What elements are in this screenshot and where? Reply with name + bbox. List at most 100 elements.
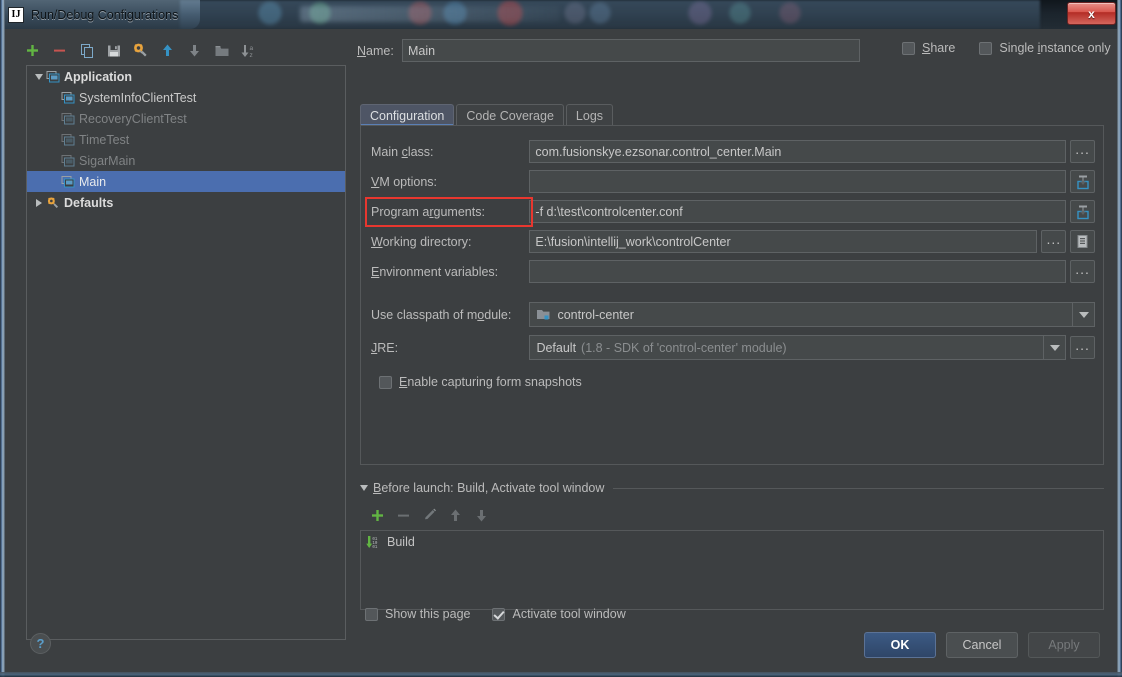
dialog-buttons: OK Cancel Apply — [864, 632, 1100, 658]
show-this-page-checkbox-box[interactable] — [365, 607, 378, 621]
sort-button[interactable]: a z — [236, 39, 261, 63]
jre-row: JRE: Default (1.8 - SDK of 'control-cent… — [371, 335, 1095, 360]
share-checkbox-box[interactable] — [902, 41, 915, 55]
classpath-module-combobox[interactable]: control-center — [529, 302, 1095, 327]
tree-node-main[interactable]: Main — [27, 171, 345, 192]
chevron-down-icon[interactable] — [34, 73, 43, 80]
folder-button[interactable] — [209, 39, 234, 63]
vm-options-expand-button[interactable] — [1070, 170, 1095, 193]
tree-node-systeminfoclienttest[interactable]: SystemInfoClientTest — [27, 87, 345, 108]
ellipsis-icon: ... — [1075, 141, 1090, 157]
main-class-input[interactable]: com.fusionskye.ezsonar.control_center.Ma… — [529, 140, 1067, 163]
before-launch-item[interactable]: 01 10 01 Build — [361, 531, 1103, 553]
question-mark-icon: ? — [36, 636, 45, 651]
tree-node-sigarmain[interactable]: SigarMain — [27, 150, 345, 171]
bl-down-button[interactable] — [469, 503, 494, 527]
tree-node-application[interactable]: Application — [27, 66, 345, 87]
show-this-page-checkbox[interactable]: Show this page — [365, 607, 470, 621]
save-button[interactable] — [101, 39, 126, 63]
configurations-tree[interactable]: Application SystemInfoClientTest Recover… — [26, 65, 346, 640]
form-snapshots-checkbox-box[interactable] — [379, 375, 392, 389]
activate-tool-window-checkbox-box[interactable] — [492, 607, 506, 621]
before-launch-task-list[interactable]: 01 10 01 Build — [360, 530, 1104, 610]
tree-node-recoveryclienttest[interactable]: RecoveryClientTest — [27, 108, 345, 129]
tree-node-timetest[interactable]: TimeTest — [27, 129, 345, 150]
working-directory-browse-button[interactable]: ... — [1041, 230, 1067, 253]
name-row: Name: Main — [357, 39, 860, 62]
chevron-right-icon[interactable] — [35, 198, 42, 207]
tree-node-icon — [61, 154, 75, 168]
application-icon — [46, 70, 60, 82]
help-button[interactable]: ? — [30, 633, 51, 654]
tab-logs[interactable]: Logs — [565, 104, 614, 126]
move-down-button[interactable] — [182, 39, 207, 63]
working-directory-macros-button[interactable] — [1070, 230, 1095, 253]
close-icon: x — [1088, 6, 1095, 21]
cancel-button[interactable]: Cancel — [946, 632, 1018, 658]
classpath-module-row: Use classpath of module: control-center — [371, 302, 1095, 327]
move-up-button[interactable] — [155, 39, 180, 63]
tree-twisty[interactable] — [31, 73, 46, 80]
environment-variables-row: Environment variables: ... — [371, 260, 1095, 283]
bl-remove-button[interactable] — [391, 503, 416, 527]
jre-browse-button[interactable]: ... — [1070, 336, 1095, 359]
edit-defaults-button[interactable] — [128, 39, 153, 63]
form-snapshots-checkbox[interactable]: Enable capturing form snapshots — [379, 375, 582, 389]
svg-text:01: 01 — [372, 546, 378, 550]
working-directory-label: Working directory: — [371, 234, 472, 249]
configuration-tab-panel: Main class: com.fusionskye.ezsonar.contr… — [360, 125, 1104, 465]
tab-configuration[interactable]: Configuration — [360, 104, 455, 126]
jre-combobox[interactable]: Default (1.8 - SDK of 'control-center' m… — [529, 335, 1067, 360]
classpath-module-dropdown-arrow[interactable] — [1072, 303, 1094, 326]
ok-button[interactable]: OK — [864, 632, 936, 658]
pencil-icon — [424, 508, 436, 520]
plus-icon — [372, 509, 383, 521]
tree-node-label: Application — [64, 69, 133, 84]
environment-variables-browse-button[interactable]: ... — [1070, 260, 1095, 283]
main-class-label: Main class: — [371, 144, 434, 159]
main-class-browse-button[interactable]: ... — [1070, 140, 1095, 163]
module-icon — [537, 310, 550, 320]
window-border-bottom — [0, 672, 1122, 677]
single-instance-checkbox[interactable]: Single instance only — [979, 41, 1111, 55]
window-border-right — [1117, 0, 1122, 677]
before-launch-item-label: Build — [387, 535, 415, 549]
jre-dropdown-arrow[interactable] — [1043, 336, 1065, 359]
program-arguments-expand-button[interactable] — [1070, 200, 1095, 223]
arrow-down-icon — [190, 45, 199, 57]
sort-alpha-icon: a z — [241, 44, 253, 59]
tree-twisty[interactable] — [31, 198, 46, 207]
program-arguments-input[interactable]: -f d:\test\controlcenter.conf — [529, 200, 1067, 223]
activate-tool-window-checkbox[interactable]: Activate tool window — [492, 607, 626, 621]
apply-button[interactable]: Apply — [1028, 632, 1100, 658]
arrow-up-icon — [163, 44, 172, 56]
tree-node-label: Main — [79, 174, 107, 189]
bl-edit-button[interactable] — [417, 503, 442, 527]
bl-up-button[interactable] — [443, 503, 468, 527]
ellipsis-icon: ... — [1075, 337, 1090, 353]
expand-editor-icon — [1076, 175, 1089, 189]
add-button[interactable] — [20, 39, 45, 63]
gear-wrench-icon — [47, 196, 59, 208]
vm-options-input[interactable] — [529, 170, 1067, 193]
name-input[interactable]: Main — [402, 39, 860, 62]
plus-icon — [27, 45, 38, 56]
before-launch-header[interactable]: Before launch: Build, Activate tool wind… — [360, 480, 1104, 496]
share-checkbox[interactable]: Share — [902, 41, 955, 55]
tree-node-icon — [61, 112, 75, 126]
svg-text:a: a — [249, 45, 253, 52]
before-launch-toolbar — [365, 502, 1104, 528]
tree-node-defaults[interactable]: Defaults — [27, 192, 345, 213]
working-directory-input[interactable]: E:\fusion\intellij_work\controlCenter — [529, 230, 1038, 253]
environment-variables-label: Environment variables: — [371, 264, 499, 279]
single-instance-checkbox-box[interactable] — [979, 41, 993, 55]
bl-add-button[interactable] — [365, 503, 390, 527]
tab-code-coverage[interactable]: Code Coverage — [456, 104, 564, 126]
environment-variables-input[interactable] — [529, 260, 1067, 283]
close-button[interactable]: x — [1067, 2, 1116, 25]
copy-button[interactable] — [74, 39, 99, 63]
chevron-down-icon[interactable] — [360, 485, 368, 491]
jre-label: JRE: — [371, 340, 399, 355]
chevron-down-icon — [1078, 311, 1089, 318]
remove-button[interactable] — [47, 39, 72, 63]
